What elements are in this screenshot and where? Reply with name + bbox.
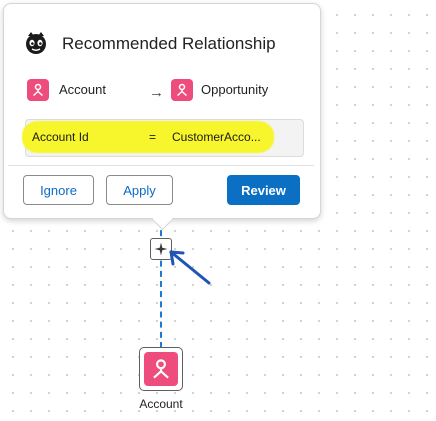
source-entity-label: Account <box>59 82 106 97</box>
account-node-label: Account <box>139 397 183 411</box>
diagram-canvas[interactable]: Recommended Relationship Account → Oppor… <box>0 0 436 421</box>
account-entity-node[interactable] <box>139 347 183 391</box>
popup-divider <box>8 165 314 166</box>
target-entity-icon <box>171 79 193 101</box>
apply-button[interactable]: Apply <box>106 175 173 205</box>
popup-pointer <box>151 208 174 231</box>
entity-icon <box>144 352 178 386</box>
mapping-left-field: Account Id <box>32 130 89 144</box>
relationship-arrow: → <box>149 84 164 101</box>
target-entity-label: Opportunity <box>201 82 269 97</box>
copilot-icon <box>26 32 46 54</box>
popup-title: Recommended Relationship <box>62 34 276 53</box>
mapping-right-field: CustomerAcco... <box>172 130 261 144</box>
mapping-operator: = <box>149 130 157 144</box>
ignore-button[interactable]: Ignore <box>23 175 94 205</box>
review-button[interactable]: Review <box>227 175 300 205</box>
source-entity-icon <box>27 79 49 101</box>
annotation-arrow-icon <box>169 250 211 285</box>
recommended-relationship-popup: Recommended Relationship Account → Oppor… <box>3 3 321 231</box>
